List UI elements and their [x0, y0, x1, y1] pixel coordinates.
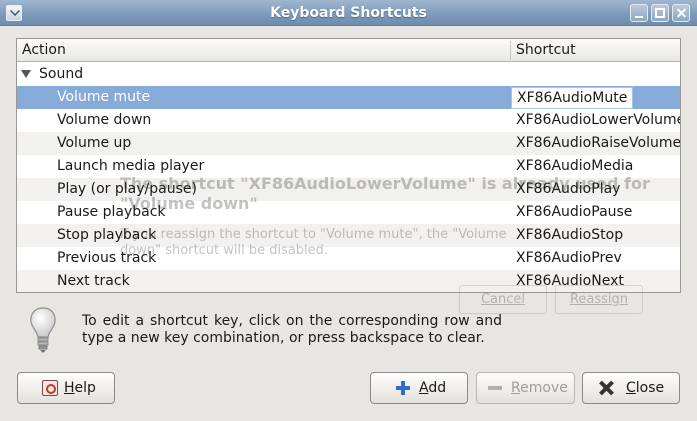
shortcut-cell: XF86AudioRaiseVolume	[516, 135, 681, 151]
action-cell: Stop playback	[57, 227, 157, 243]
close-x-icon	[598, 380, 614, 396]
shortcut-cell: XF86AudioPlay	[516, 181, 621, 197]
table-row[interactable]: Previous track XF86AudioPrev	[17, 247, 680, 270]
table-row[interactable]: Volume down XF86AudioLowerVolume	[17, 109, 680, 132]
shortcut-cell: XF86AudioPause	[516, 204, 633, 220]
shortcuts-tree[interactable]: Action Shortcut Sound Volume mute XF86Au…	[16, 38, 681, 293]
column-header-action[interactable]: Action	[22, 42, 66, 58]
shortcut-cell: XF86AudioMedia	[516, 158, 634, 174]
column-separator[interactable]	[510, 41, 511, 60]
add-button-label: Add	[419, 380, 447, 396]
table-row[interactable]: Volume up XF86AudioRaiseVolume	[17, 132, 680, 155]
ghost-cancel-label: Cancel	[480, 292, 526, 307]
remove-button-label: Remove	[511, 380, 568, 396]
add-button[interactable]: Add	[370, 372, 468, 404]
help-icon	[42, 380, 58, 396]
table-row[interactable]: Play (or play/pause) XF86AudioPlay	[17, 178, 680, 201]
shortcut-cell: XF86AudioLowerVolume	[516, 112, 681, 128]
maximize-button[interactable]	[651, 4, 669, 22]
action-cell: Pause playback	[57, 204, 166, 220]
shortcut-cell: XF86AudioStop	[516, 227, 624, 243]
tree-header: Action Shortcut	[17, 39, 680, 62]
window-close-button[interactable]	[672, 4, 690, 22]
plus-icon	[395, 380, 411, 396]
hint-text: To edit a shortcut key, click on the cor…	[82, 313, 502, 346]
action-cell: Launch media player	[57, 158, 205, 174]
table-row[interactable]: Pause playback XF86AudioPause	[17, 201, 680, 224]
group-label: Sound	[39, 66, 84, 82]
action-cell: Volume down	[57, 112, 152, 128]
remove-button[interactable]: Remove	[476, 372, 575, 404]
close-button[interactable]: Close	[582, 372, 680, 404]
action-cell: Next track	[57, 273, 130, 289]
help-button[interactable]: Help	[17, 372, 115, 404]
expander-down-icon[interactable]	[21, 70, 31, 78]
action-cell: Previous track	[57, 250, 157, 266]
column-header-shortcut[interactable]: Shortcut	[516, 42, 576, 58]
close-button-label: Close	[626, 380, 665, 396]
table-row[interactable]: Launch media player XF86AudioMedia	[17, 155, 680, 178]
table-row[interactable]: Volume mute XF86AudioMute	[17, 86, 680, 109]
group-row-sound[interactable]: Sound	[17, 63, 680, 86]
lightbulb-icon	[30, 307, 56, 353]
minimize-button[interactable]	[630, 4, 648, 22]
help-button-label: Help	[64, 380, 96, 396]
shortcut-cell: XF86AudioPrev	[516, 250, 622, 266]
table-row[interactable]: Next track XF86AudioNext	[17, 270, 680, 292]
table-row[interactable]: Stop playback XF86AudioStop	[17, 224, 680, 247]
shortcut-cell: XF86AudioNext	[516, 273, 624, 289]
action-cell: Volume mute	[57, 89, 151, 105]
minus-icon	[487, 380, 503, 396]
window-title: Keyboard Shortcuts	[270, 5, 427, 21]
action-cell: Volume up	[57, 135, 132, 151]
window-titlebar[interactable]: Keyboard Shortcuts	[0, 0, 697, 26]
shortcut-cell-editing[interactable]: XF86AudioMute	[511, 87, 634, 109]
action-cell: Play (or play/pause)	[57, 181, 197, 197]
